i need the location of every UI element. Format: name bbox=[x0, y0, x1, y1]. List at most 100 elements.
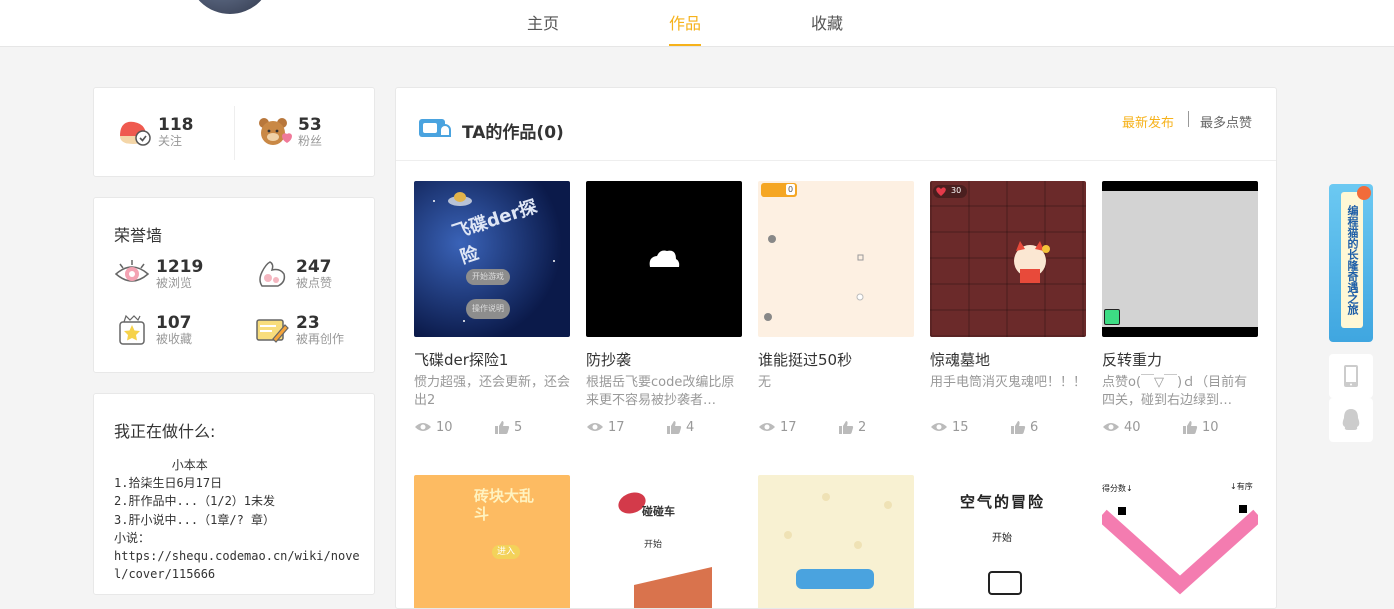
work-title[interactable]: 惊魂墓地 bbox=[930, 349, 1086, 370]
thumb-left-label: 得分数↓ bbox=[1102, 484, 1133, 493]
eye-icon bbox=[759, 423, 775, 431]
views-count: 10 bbox=[436, 419, 453, 435]
following-stat[interactable]: 118 关注 bbox=[116, 114, 194, 150]
eye-icon bbox=[1103, 423, 1119, 431]
likes-count: 6 bbox=[1030, 419, 1039, 435]
honor-wall-title: 荣誉墙 bbox=[114, 226, 163, 245]
likes-count: 4 bbox=[686, 419, 695, 435]
tab-home[interactable]: 主页 bbox=[527, 10, 559, 34]
thumb-subtitle: 开始 bbox=[992, 533, 1012, 544]
work-thumbnail[interactable] bbox=[586, 181, 742, 337]
following-icon bbox=[116, 114, 152, 150]
collects-stat: 107 被收藏 bbox=[114, 312, 192, 348]
views-stat: 17 bbox=[758, 420, 838, 435]
thumbs-up-icon bbox=[495, 420, 510, 434]
divider bbox=[234, 106, 235, 160]
status-text: 小本本 1.拾柒生日6月17日 2.肝作品中...（1/2）1未发 3.肝小说中… bbox=[114, 458, 360, 582]
side-promo-banner[interactable]: 编程猫的长隆奇遇之旅 bbox=[1329, 184, 1373, 342]
thumb-start-button: 开始游戏 bbox=[466, 269, 510, 285]
views-count: 15 bbox=[952, 419, 969, 435]
work-thumbnail[interactable]: 砖块大乱斗 进入 bbox=[414, 475, 570, 608]
eye-icon bbox=[931, 423, 947, 431]
likes-stat: 6 bbox=[1010, 420, 1038, 435]
views-label: 被浏览 bbox=[156, 276, 193, 290]
work-card[interactable] bbox=[758, 475, 914, 608]
work-card[interactable]: 飞碟der探险 开始游戏 操作说明 飞碟der探险1 惯力超强，还会更新，还会出… bbox=[414, 181, 570, 436]
following-count: 118 bbox=[158, 115, 194, 135]
thumb-character bbox=[988, 571, 1022, 595]
views-count: 1219 bbox=[156, 257, 204, 277]
thumbs-up-icon bbox=[667, 420, 682, 434]
work-card[interactable]: 防抄袭 根据岳飞要code改编比原来更不容易被抄袭者… 17 4 bbox=[586, 181, 742, 436]
thumb-title: 空气的冒险 bbox=[960, 493, 1046, 511]
work-title[interactable]: 防抄袭 bbox=[586, 349, 742, 370]
recreates-count: 23 bbox=[296, 313, 320, 333]
tab-collection[interactable]: 收藏 bbox=[811, 10, 843, 34]
sort-divider bbox=[1188, 111, 1189, 127]
likes-count: 247 bbox=[296, 257, 332, 277]
work-thumbnail[interactable] bbox=[1102, 181, 1258, 337]
views-stat: 15 bbox=[930, 420, 1010, 435]
fans-count: 53 bbox=[298, 115, 322, 135]
follow-card: 118 关注 53 粉丝 bbox=[93, 87, 375, 177]
work-thumbnail[interactable]: 空气的冒险 开始 bbox=[930, 475, 1086, 608]
work-thumbnail[interactable] bbox=[758, 475, 914, 608]
thumbs-up-icon bbox=[1183, 420, 1198, 434]
work-title[interactable]: 谁能挺过50秒 bbox=[758, 349, 914, 370]
likes-stat: 2 bbox=[838, 420, 866, 435]
thumb-bottom-bar bbox=[1102, 327, 1258, 337]
work-description: 点赞o(￣▽￣)ｄ（目前有四关，碰到右边绿到… bbox=[1102, 375, 1248, 408]
works-card: TA的作品(0) 最新发布 最多点赞 飞碟der探险 开始游戏 操作说明 飞碟d… bbox=[395, 87, 1277, 609]
work-title[interactable]: 飞碟der探险1 bbox=[414, 349, 570, 370]
qq-group-button[interactable] bbox=[1329, 398, 1373, 442]
fans-stat[interactable]: 53 粉丝 bbox=[256, 114, 322, 150]
work-thumbnail[interactable]: 碰碰车 开始 bbox=[586, 475, 742, 608]
likes-stat: 5 bbox=[494, 420, 522, 435]
fans-icon bbox=[256, 114, 292, 150]
work-description: 根据岳飞要code改编比原来更不容易被抄袭者… bbox=[586, 375, 735, 408]
work-card[interactable]: 碰碰车 开始 bbox=[586, 475, 742, 608]
heart-badge-icon bbox=[1357, 186, 1371, 200]
works-icon bbox=[418, 116, 452, 146]
work-card[interactable]: 空气的冒险 开始 bbox=[930, 475, 1086, 608]
recreate-icon bbox=[254, 312, 290, 348]
phone-icon bbox=[1344, 365, 1358, 387]
following-label: 关注 bbox=[158, 134, 183, 148]
status-title: 我正在做什么: bbox=[114, 422, 216, 441]
sort-latest-link[interactable]: 最新发布 bbox=[1122, 112, 1174, 131]
views-count: 17 bbox=[608, 419, 625, 435]
works-title: TA的作品(0) bbox=[462, 123, 564, 143]
collects-label: 被收藏 bbox=[156, 332, 193, 346]
work-card[interactable]: 得分数↓ ↓有序 bbox=[1102, 475, 1258, 608]
work-thumbnail[interactable]: 30 bbox=[930, 181, 1086, 337]
thumbs-up-icon bbox=[1011, 420, 1026, 434]
views-stat: 17 bbox=[586, 420, 666, 435]
thumb-help-button: 操作说明 bbox=[466, 299, 510, 319]
thumb-enter-button: 进入 bbox=[492, 545, 520, 559]
tab-works[interactable]: 作品 bbox=[669, 10, 701, 34]
sort-likes-link[interactable]: 最多点赞 bbox=[1200, 112, 1252, 131]
work-thumbnail[interactable]: 0 bbox=[758, 181, 914, 337]
cat-character-icon bbox=[1014, 241, 1050, 283]
work-thumbnail[interactable]: 飞碟der探险 开始游戏 操作说明 bbox=[414, 181, 570, 337]
paw-like-icon bbox=[254, 256, 290, 292]
avatar[interactable] bbox=[186, 0, 274, 16]
eye-icon bbox=[587, 423, 603, 431]
work-card[interactable]: 0 谁能挺过50秒 无 17 2 bbox=[758, 181, 914, 436]
mobile-app-button[interactable] bbox=[1329, 354, 1373, 398]
recreates-label: 被再创作 bbox=[296, 332, 345, 346]
work-card[interactable]: 砖块大乱斗 进入 bbox=[414, 475, 570, 608]
work-card[interactable]: 反转重力 点赞o(￣▽￣)ｄ（目前有四关，碰到右边绿到… 40 10 bbox=[1102, 181, 1258, 436]
work-thumbnail[interactable]: 得分数↓ ↓有序 bbox=[1102, 475, 1258, 608]
side-banner-text: 编程猫的长隆奇遇之旅 bbox=[1341, 192, 1363, 328]
views-stat: 40 bbox=[1102, 420, 1182, 435]
work-title[interactable]: 反转重力 bbox=[1102, 349, 1258, 370]
views-count: 17 bbox=[780, 419, 797, 435]
eye-icon bbox=[415, 423, 431, 431]
status-card: 我正在做什么: 小本本 1.拾柒生日6月17日 2.肝作品中...（1/2）1未… bbox=[93, 393, 375, 595]
thumbs-up-icon bbox=[839, 420, 854, 434]
likes-stat: 4 bbox=[666, 420, 694, 435]
top-nav: 主页 作品 收藏 bbox=[0, 0, 1394, 47]
work-card[interactable]: 30 惊魂墓地 用手电筒消灭鬼魂吧！！！ 15 6 bbox=[930, 181, 1086, 436]
likes-count: 10 bbox=[1202, 419, 1219, 435]
